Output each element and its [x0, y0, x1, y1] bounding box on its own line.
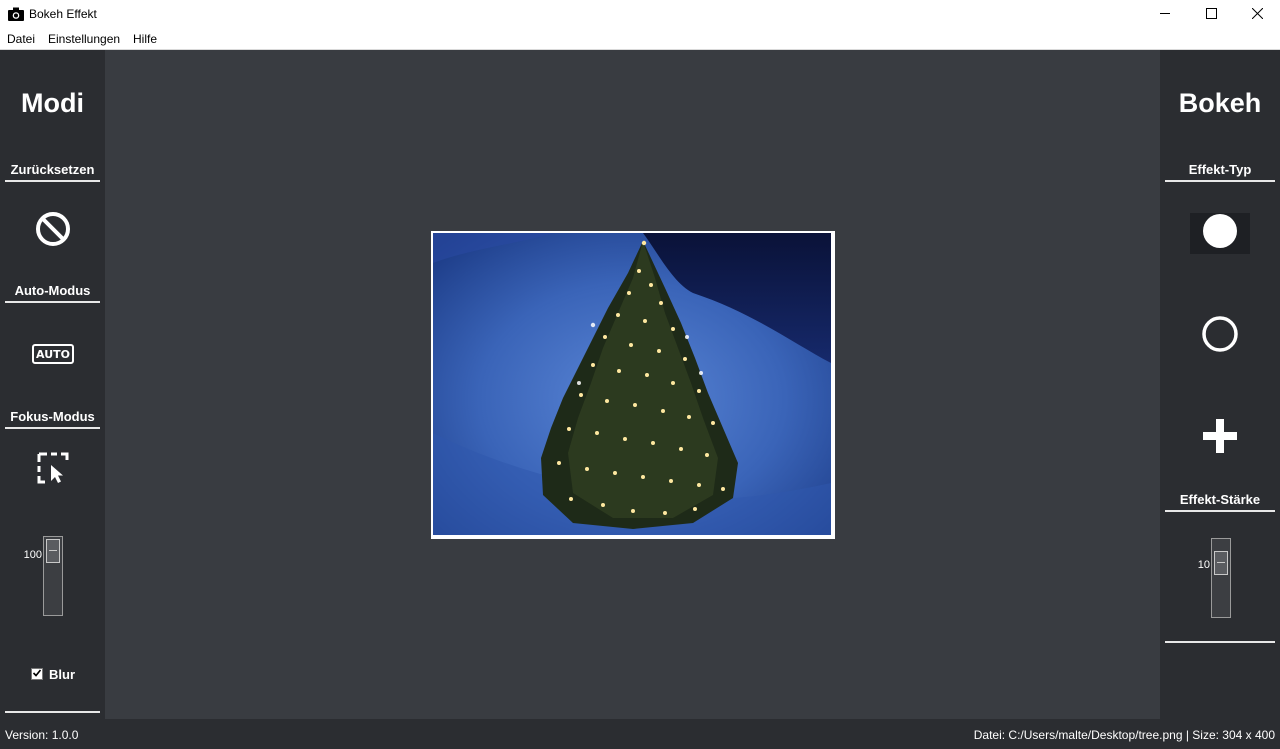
effect-strength-divider [1165, 510, 1275, 512]
window-title: Bokeh Effekt [29, 7, 97, 21]
menu-datei[interactable]: Datei [7, 32, 35, 46]
ring-icon [1201, 315, 1239, 358]
minimize-button[interactable] [1142, 0, 1188, 29]
christmas-tree-photo [433, 233, 831, 535]
bokeh-title: Bokeh [1178, 88, 1262, 118]
blur-label: Blur [49, 667, 75, 682]
focus-mode-button[interactable] [35, 452, 71, 488]
focus-mode-label: Fokus-Modus [10, 409, 95, 424]
menu-hilfe[interactable]: Hilfe [133, 32, 157, 46]
effect-filled-circle-button[interactable] [1190, 213, 1250, 254]
auto-icon: AUTO [32, 344, 74, 364]
reset-divider [5, 180, 100, 182]
minimize-icon [1159, 6, 1171, 24]
select-cursor-icon [37, 452, 69, 489]
close-button[interactable] [1234, 0, 1280, 29]
effect-plus-button[interactable] [1200, 418, 1240, 458]
focus-mode-divider [5, 427, 100, 429]
auto-icon-text: AUTO [36, 348, 70, 361]
modes-title: Modi [21, 88, 84, 118]
auto-mode-divider [5, 301, 100, 303]
maximize-icon [1205, 6, 1217, 24]
auto-mode-label: Auto-Modus [14, 283, 91, 298]
file-info-text: Datei: C:/Users/malte/Desktop/tree.png |… [973, 728, 1275, 742]
status-bar: Version: 1.0.0 Datei: C:/Users/malte/Des… [0, 719, 1280, 749]
version-text: Version: 1.0.0 [5, 728, 79, 742]
reset-label: Zurücksetzen [10, 162, 95, 177]
strength-slider-thumb[interactable] [1214, 551, 1228, 575]
reset-button[interactable] [33, 211, 73, 252]
check-icon [32, 665, 42, 683]
title-bar: Bokeh Effekt [0, 0, 1280, 29]
maximize-button[interactable] [1188, 0, 1234, 29]
focus-slider-value: 100 [23, 549, 42, 561]
plus-icon [1202, 418, 1238, 459]
bokeh-panel: Bokeh Effekt-Typ Effekt-Stärke 10 [1160, 50, 1280, 719]
filled-circle-icon [1202, 213, 1238, 254]
right-bottom-divider [1165, 641, 1275, 643]
image-preview[interactable] [431, 231, 835, 539]
blur-checkbox[interactable] [31, 668, 43, 680]
effect-ring-button[interactable] [1200, 315, 1240, 358]
focus-slider-thumb[interactable] [46, 539, 60, 563]
effect-type-label: Effekt-Typ [1188, 162, 1252, 177]
menu-einstellungen[interactable]: Einstellungen [48, 32, 120, 46]
close-icon [1251, 6, 1263, 24]
modes-panel: Modi Zurücksetzen Auto-Modus AUTO Fokus-… [0, 50, 105, 719]
menu-divider [0, 49, 1280, 50]
effect-type-divider [1165, 180, 1275, 182]
effect-strength-label: Effekt-Stärke [1179, 492, 1261, 507]
strength-slider[interactable] [1211, 538, 1231, 618]
strength-slider-value: 10 [1197, 559, 1210, 571]
focus-slider[interactable] [43, 536, 63, 616]
prohibited-icon [35, 211, 71, 252]
menu-bar: Datei Einstellungen Hilfe [0, 29, 1280, 49]
left-bottom-divider [5, 711, 100, 713]
camera-icon [8, 7, 24, 21]
auto-mode-button[interactable]: AUTO [32, 340, 74, 368]
